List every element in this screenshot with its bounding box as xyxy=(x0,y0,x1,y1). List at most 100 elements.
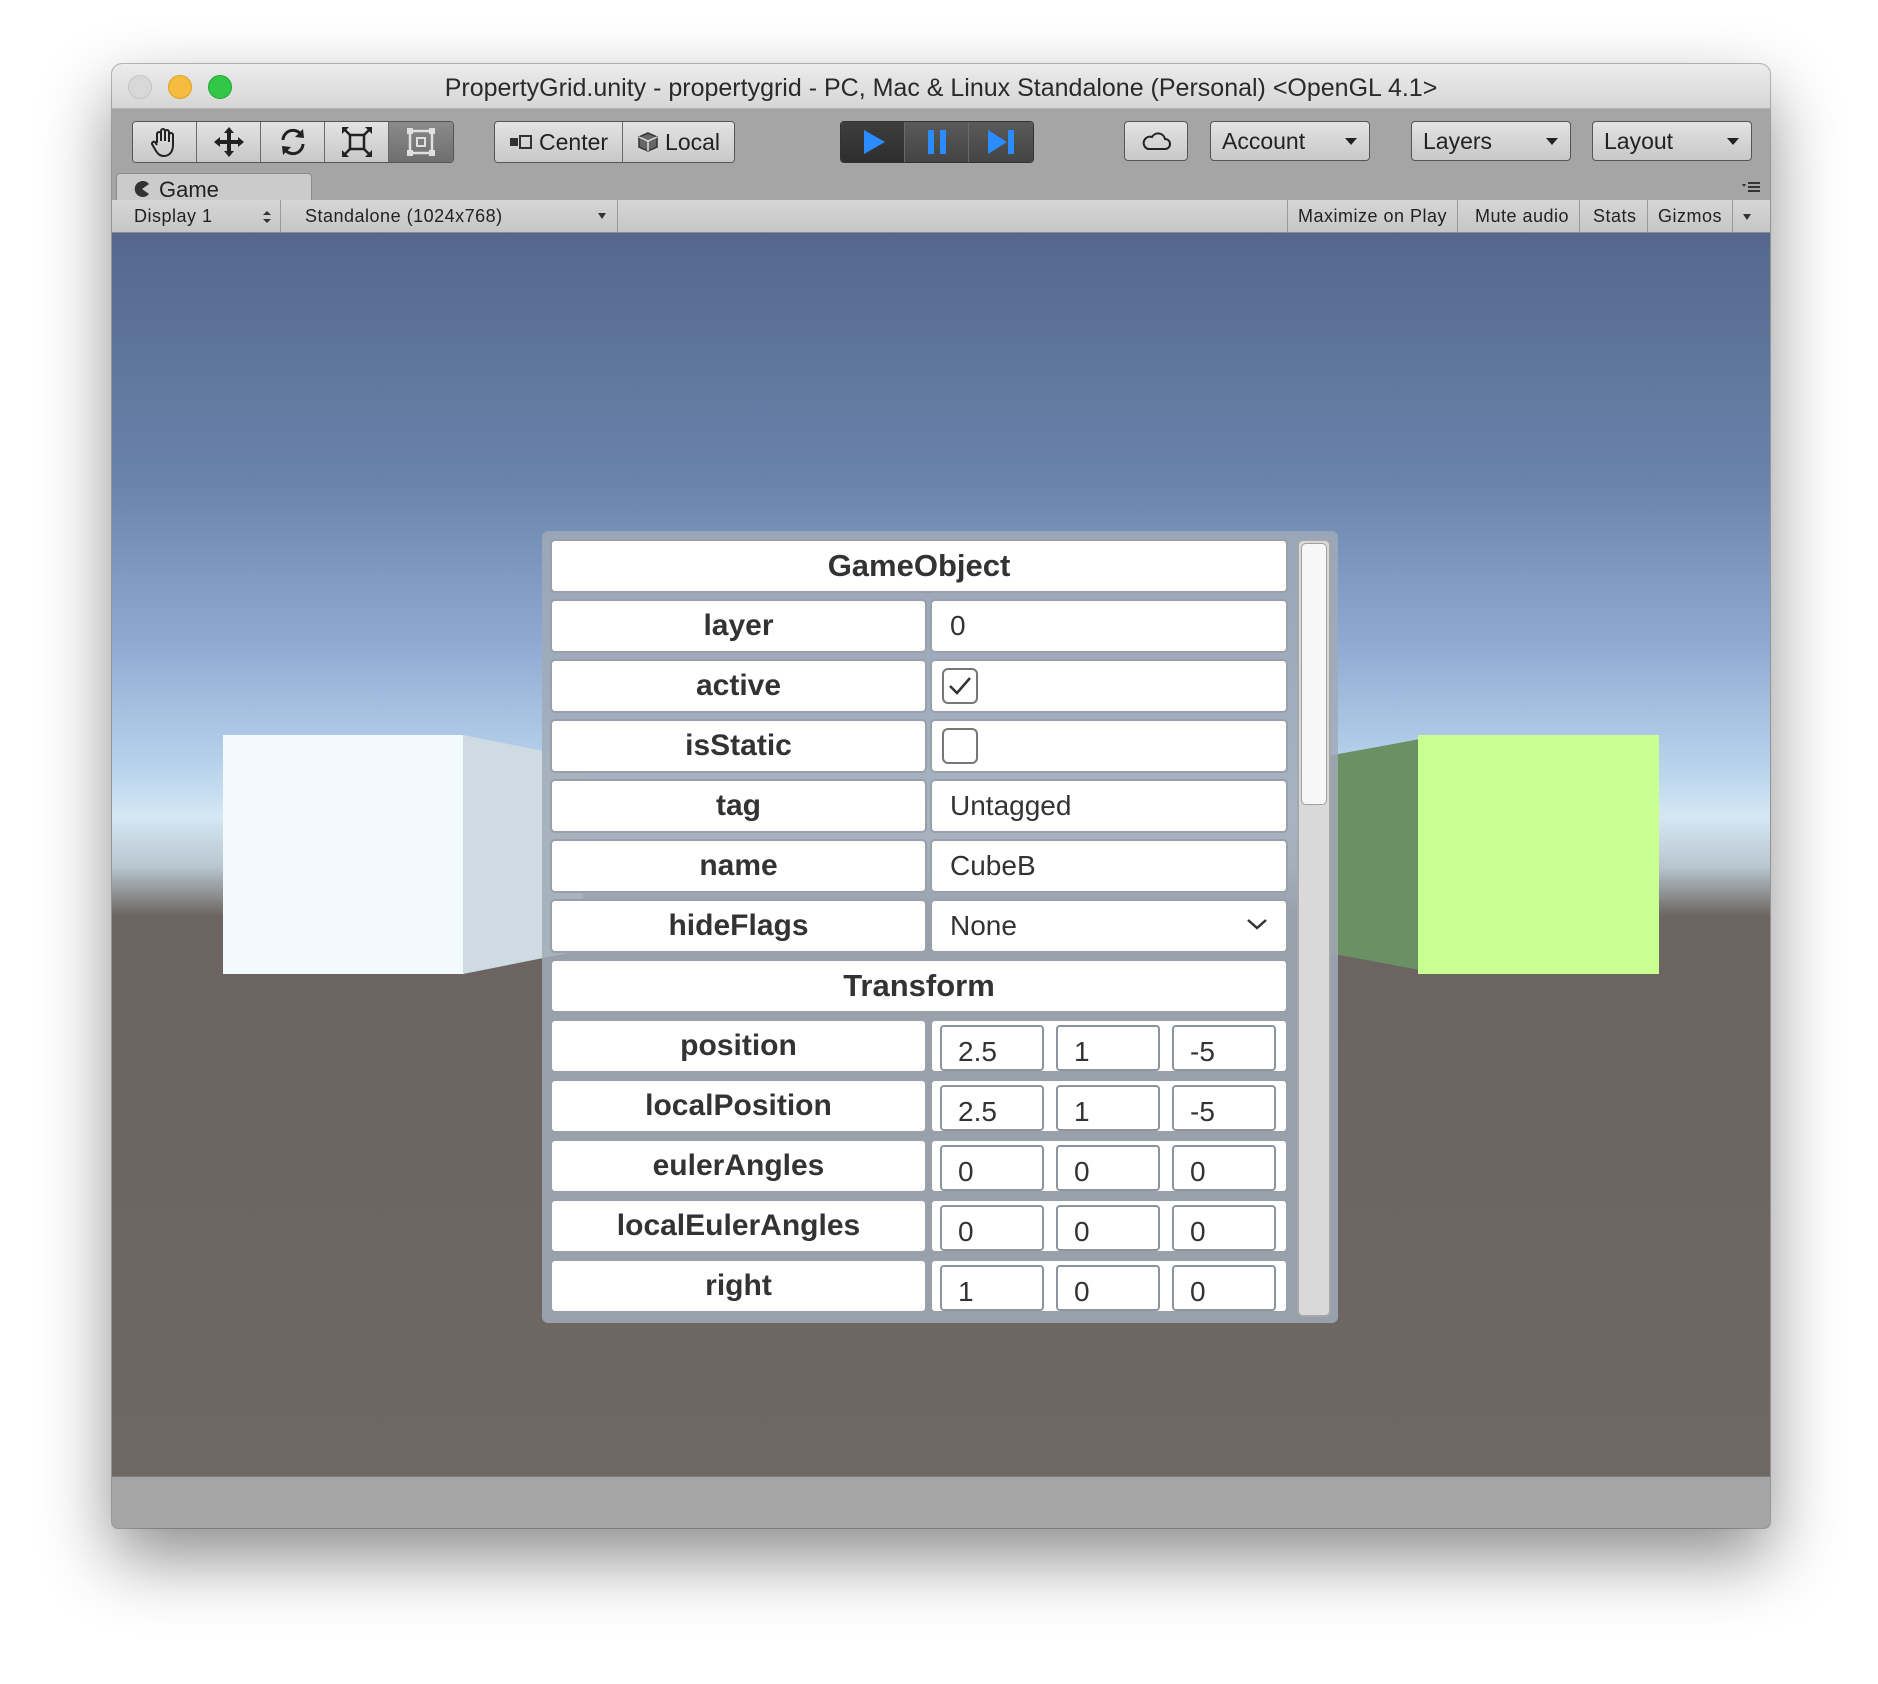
layers-label: Layers xyxy=(1423,127,1493,154)
pause-icon xyxy=(927,130,946,154)
active-value xyxy=(930,659,1288,713)
resolution-label: Standalone (1024x768) xyxy=(305,206,503,226)
tab-game[interactable]: Game xyxy=(116,173,312,203)
layout-label: Layout xyxy=(1604,127,1674,154)
active-checkbox[interactable] xyxy=(942,668,978,704)
property-name: tag xyxy=(550,779,927,833)
display-select[interactable]: Display 1 xyxy=(124,200,281,233)
position-x-field[interactable]: 2.5 xyxy=(940,1025,1044,1071)
unity-editor-window: PropertyGrid.unity - propertygrid - PC, … xyxy=(112,64,1770,1528)
layer-field[interactable]: 0 xyxy=(930,599,1288,653)
layers-dropdown[interactable]: Layers xyxy=(1411,121,1571,161)
window-title: PropertyGrid.unity - propertygrid - PC, … xyxy=(444,74,1438,102)
maximize-on-play-toggle[interactable]: Maximize on Play xyxy=(1287,200,1459,233)
rect-icon xyxy=(407,128,435,156)
eulerangles-y-field[interactable]: 0 xyxy=(1056,1145,1160,1191)
section-header-gameobject[interactable]: GameObject xyxy=(550,539,1288,593)
pacman-icon xyxy=(134,181,149,197)
scrollbar-thumb[interactable] xyxy=(1301,543,1327,805)
right-x-field[interactable]: 1 xyxy=(940,1265,1044,1311)
game-view-options: Display 1 Standalone (1024x768) Maximize… xyxy=(112,200,1770,233)
gizmos-dropdown[interactable] xyxy=(1736,200,1758,233)
chevron-down-icon xyxy=(1247,919,1267,930)
move-icon xyxy=(213,127,244,157)
game-viewport[interactable]: GameObject layer 0 active isStatic tag U… xyxy=(112,233,1770,1476)
isstatic-value xyxy=(930,719,1288,773)
play-icon xyxy=(863,130,885,154)
vector-value: 0 0 0 xyxy=(930,1199,1288,1253)
status-bar xyxy=(112,1476,1770,1528)
step-button[interactable] xyxy=(969,122,1033,162)
localposition-x-field[interactable]: 2.5 xyxy=(940,1085,1044,1131)
updown-arrow-icon xyxy=(263,211,271,223)
stats-toggle[interactable]: Stats xyxy=(1583,200,1648,233)
layout-dropdown[interactable]: Layout xyxy=(1592,121,1752,161)
cloud-icon xyxy=(1142,132,1171,150)
property-grid-scrollbar[interactable] xyxy=(1297,539,1331,1317)
pivot-center-button[interactable]: Center xyxy=(495,122,624,162)
dropdown-arrow-icon xyxy=(1546,138,1558,145)
pause-button[interactable] xyxy=(905,122,969,162)
localeulerangles-x-field[interactable]: 0 xyxy=(940,1205,1044,1251)
dropdown-arrow-icon xyxy=(1345,138,1357,145)
pivot-toggles: Center Local xyxy=(494,121,736,163)
property-name: eulerAngles xyxy=(550,1139,927,1193)
pivot-center-icon xyxy=(510,135,532,149)
hideflags-select[interactable]: None xyxy=(930,899,1288,953)
mute-audio-toggle[interactable]: Mute audio xyxy=(1465,200,1581,233)
position-z-field[interactable]: -5 xyxy=(1172,1025,1276,1071)
account-dropdown[interactable]: Account xyxy=(1210,121,1370,161)
play-button[interactable] xyxy=(841,122,905,162)
rect-tool-button[interactable] xyxy=(389,122,453,162)
gizmos-label: Gizmos xyxy=(1658,206,1723,226)
title-bar: PropertyGrid.unity - propertygrid - PC, … xyxy=(112,64,1770,109)
property-name: position xyxy=(550,1019,927,1073)
eulerangles-z-field[interactable]: 0 xyxy=(1172,1145,1276,1191)
localposition-z-field[interactable]: -5 xyxy=(1172,1085,1276,1131)
position-y-field[interactable]: 1 xyxy=(1056,1025,1160,1071)
panel-menu-icon[interactable] xyxy=(1742,181,1760,193)
playmode-controls xyxy=(840,121,1034,163)
mute-label: Mute audio xyxy=(1475,206,1570,226)
localposition-y-field[interactable]: 1 xyxy=(1056,1085,1160,1131)
isstatic-checkbox[interactable] xyxy=(942,728,978,764)
step-icon xyxy=(988,130,1014,154)
property-name: localEulerAngles xyxy=(550,1199,927,1253)
white-cube xyxy=(223,735,464,974)
dropdown-arrow-icon xyxy=(1743,213,1751,220)
maximize-label: Maximize on Play xyxy=(1298,206,1448,226)
section-header-transform[interactable]: Transform xyxy=(550,959,1288,1013)
vector-value: 2.5 1 -5 xyxy=(930,1019,1288,1073)
pivot-local-button[interactable]: Local xyxy=(623,122,735,162)
property-name: right xyxy=(550,1259,927,1313)
dropdown-arrow-icon xyxy=(598,213,606,219)
vector-value: 1 0 0 xyxy=(930,1259,1288,1313)
tag-field[interactable]: Untagged xyxy=(930,779,1288,833)
gizmos-toggle[interactable]: Gizmos xyxy=(1648,200,1734,233)
pivot-center-label: Center xyxy=(539,128,609,155)
collab-cloud-button[interactable] xyxy=(1124,121,1188,161)
scale-icon xyxy=(341,127,372,157)
pivot-local-label: Local xyxy=(665,128,721,155)
eulerangles-x-field[interactable]: 0 xyxy=(940,1145,1044,1191)
property-name: name xyxy=(550,839,927,893)
resolution-select[interactable]: Standalone (1024x768) xyxy=(295,200,618,233)
hideflags-value: None xyxy=(950,910,1017,941)
localeulerangles-z-field[interactable]: 0 xyxy=(1172,1205,1276,1251)
property-name: isStatic xyxy=(550,719,927,773)
move-tool-button[interactable] xyxy=(197,122,261,162)
right-z-field[interactable]: 0 xyxy=(1172,1265,1276,1311)
vector-value: 0 0 0 xyxy=(930,1139,1288,1193)
scale-tool-button[interactable] xyxy=(325,122,389,162)
property-name: layer xyxy=(550,599,927,653)
cube-icon xyxy=(638,132,658,152)
right-y-field[interactable]: 0 xyxy=(1056,1265,1160,1311)
rotate-tool-button[interactable] xyxy=(261,122,325,162)
hand-tool-button[interactable] xyxy=(133,122,197,162)
localeulerangles-y-field[interactable]: 0 xyxy=(1056,1205,1160,1251)
transform-tools xyxy=(132,121,454,163)
name-field[interactable]: CubeB xyxy=(930,839,1288,893)
account-label: Account xyxy=(1222,127,1306,154)
green-cube xyxy=(1418,735,1659,974)
dropdown-arrow-icon xyxy=(1727,138,1739,145)
